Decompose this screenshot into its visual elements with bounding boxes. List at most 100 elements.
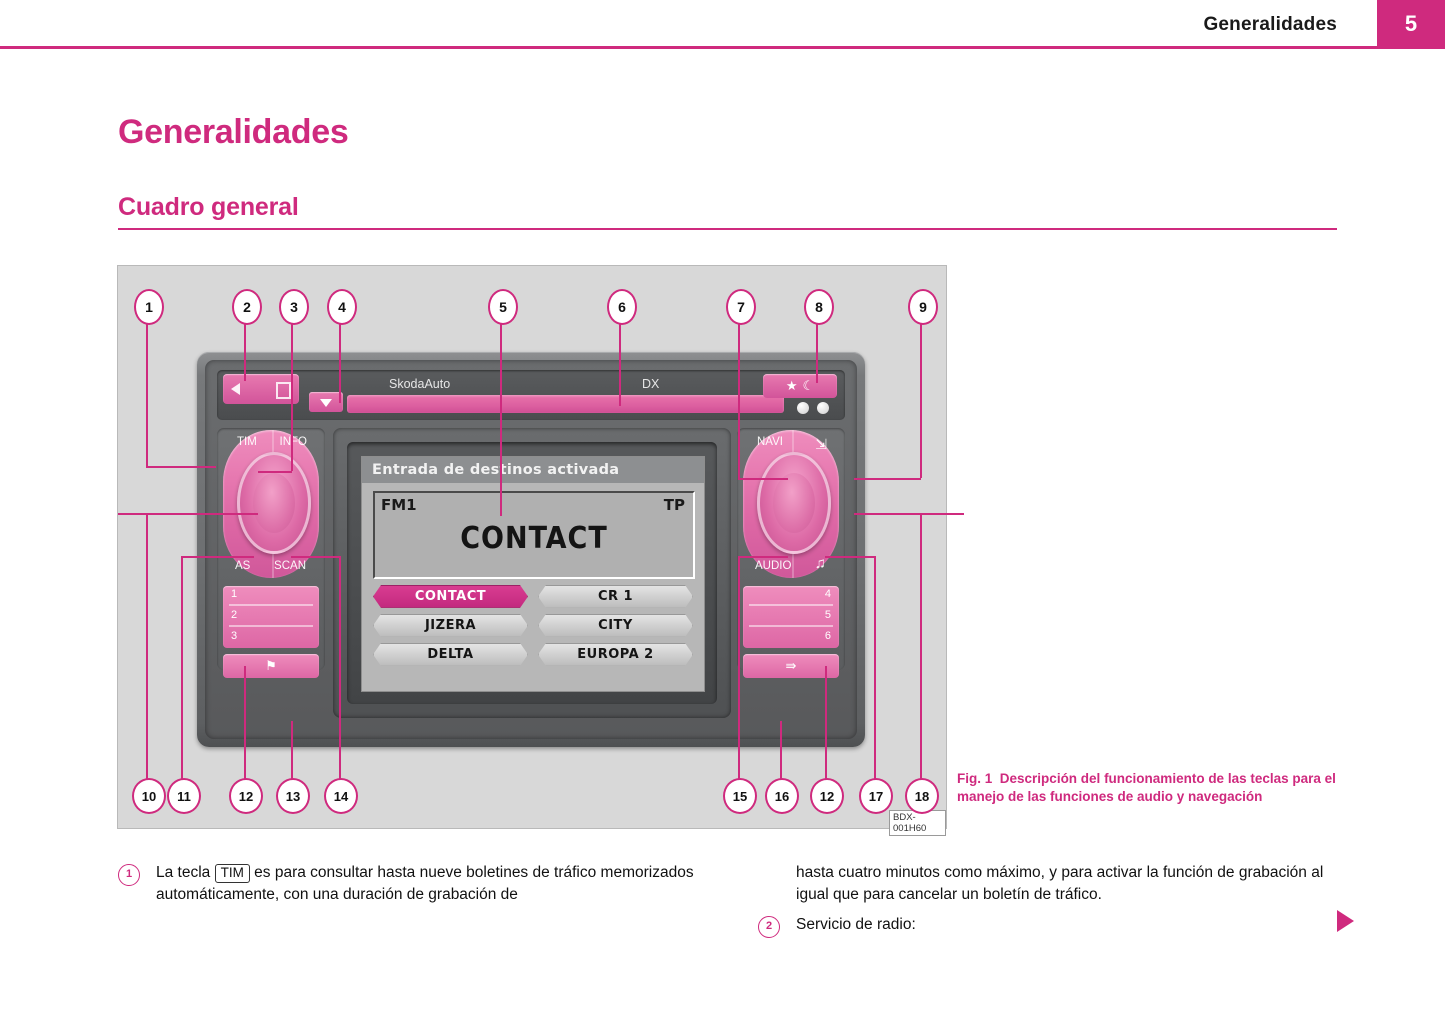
body-column-right: hasta cuatro minutos como máximo, y para…: [758, 862, 1338, 943]
moon-icon: ☾: [802, 378, 815, 393]
callout-12b: 12: [810, 778, 844, 814]
eject-button[interactable]: [223, 374, 299, 404]
preset-5-label: 5: [824, 609, 831, 621]
leader-3-v: [291, 321, 293, 471]
lcd-station-cell[interactable]: EUROPA 2: [538, 643, 693, 666]
lcd-main-area: FM1 TP CONTACT: [373, 491, 695, 579]
leader-11-h: [181, 556, 254, 558]
leader-16b-v: [825, 666, 827, 781]
leader-14-h: [291, 556, 339, 558]
callout-16: 16: [765, 778, 799, 814]
led-left-icon: [797, 402, 809, 414]
paragraph-number-badge: 2: [758, 915, 780, 938]
right-control-pod: NAVI ⇲ AUDIO ♫ 4 5 6 ⇛: [737, 428, 845, 678]
tim-button-label[interactable]: TIM: [237, 436, 257, 448]
scan-button-label[interactable]: SCAN: [274, 560, 306, 572]
as-button-label[interactable]: AS: [235, 560, 250, 572]
cassette-eject-icon: ⇛: [785, 658, 797, 673]
radio-navigation-unit: SkodaAuto DX ★ ☾ TIM INFO AS SCAN 1 2 3 …: [197, 352, 865, 747]
paragraph-text-before: La tecla: [156, 864, 211, 881]
lcd-station-cell[interactable]: CONTACT: [373, 585, 528, 608]
page-number-block: 5: [1377, 0, 1445, 46]
leader-14-v: [339, 556, 341, 781]
leader-15-h: [738, 556, 788, 558]
leader-18b-v: [920, 513, 922, 781]
lcd-station-row: JIZERA CITY: [373, 614, 693, 637]
callout-3: 3: [279, 289, 309, 325]
lcd-station-name: CONTACT: [460, 521, 608, 556]
triangle-down-icon: [320, 399, 332, 407]
screen-bezel: Entrada de destinos activada FM1 TP CONT…: [333, 428, 731, 718]
figure-caption-text: Descripción del funcionamiento de las te…: [957, 771, 1336, 805]
cd-slot[interactable]: [347, 395, 784, 413]
callout-15: 15: [723, 778, 757, 814]
header-title: Generalidades: [1203, 14, 1337, 35]
preset-button-4[interactable]: 4: [743, 586, 839, 606]
paragraph-text: hasta cuatro minutos como máximo, y para…: [796, 864, 1324, 904]
mode-label: DX: [642, 377, 660, 391]
section-title: Cuadro general: [118, 193, 299, 221]
eject-left-icon: [231, 383, 240, 395]
map-layers-icon[interactable]: ⇲: [815, 436, 827, 453]
left-preset-block: 1 2 3: [223, 586, 319, 648]
right-knob-center[interactable]: [773, 473, 815, 533]
preset-button-1[interactable]: 1: [223, 586, 319, 606]
preset-2-divider: [229, 625, 313, 627]
next-page-arrow-icon[interactable]: [1337, 910, 1354, 932]
leader-3-h: [258, 471, 292, 473]
page-title: Generalidades: [118, 113, 349, 151]
brightness-button[interactable]: ★ ☾: [763, 374, 837, 398]
leader-9-h: [854, 478, 921, 480]
leader-12-v: [244, 666, 246, 781]
preset-4-divider: [749, 604, 833, 606]
body-paragraph-1: 1 La tecla TIM es para consultar hasta n…: [118, 862, 718, 907]
callout-14: 14: [324, 778, 358, 814]
lcd-station-cell[interactable]: CR 1: [538, 585, 693, 608]
page-number: 5: [1404, 11, 1418, 36]
callout-8: 8: [804, 289, 834, 325]
lcd-station-cell[interactable]: JIZERA: [373, 614, 528, 637]
down-button[interactable]: [309, 392, 343, 412]
leader-5-v: [500, 321, 502, 516]
left-bottom-button[interactable]: ⚑: [223, 654, 319, 678]
leader-7-v: [738, 321, 740, 478]
leader-11-v: [181, 556, 183, 781]
right-rotary-knob[interactable]: [757, 452, 831, 554]
paragraph-text: Servicio de radio:: [796, 915, 916, 933]
callout-7: 7: [726, 289, 756, 325]
info-button-label[interactable]: INFO: [280, 436, 307, 448]
lcd-station-list: CONTACT CR 1 JIZERA CITY DELTA EUROPA 2: [373, 585, 693, 672]
left-rotary-knob[interactable]: [237, 452, 311, 554]
lcd-display: Entrada de destinos activada FM1 TP CONT…: [361, 456, 705, 692]
preset-3-label: 3: [231, 630, 238, 642]
navi-button-label[interactable]: NAVI: [757, 436, 783, 448]
preset-button-5[interactable]: 5: [743, 607, 839, 627]
preset-1-label: 1: [231, 588, 238, 600]
audio-button-label[interactable]: AUDIO: [755, 560, 791, 572]
sun-icon: ★: [785, 378, 798, 393]
preset-button-3[interactable]: 3: [223, 628, 319, 648]
left-knob-center[interactable]: [253, 473, 295, 533]
figure-caption: Fig. 1 Descripción del funcionamiento de…: [957, 770, 1337, 806]
callout-6: 6: [607, 289, 637, 325]
preset-button-6[interactable]: 6: [743, 628, 839, 648]
callout-13: 13: [276, 778, 310, 814]
led-right-icon: [817, 402, 829, 414]
body-paragraph-2: 2 Servicio de radio:: [758, 914, 1338, 938]
callout-10: 10: [132, 778, 166, 814]
callout-1: 1: [134, 289, 164, 325]
preset-button-2[interactable]: 2: [223, 607, 319, 627]
callout-9: 9: [908, 289, 938, 325]
left-control-pod: TIM INFO AS SCAN 1 2 3 ⚑: [217, 428, 325, 678]
radio-top-strip: SkodaAuto DX ★ ☾: [217, 370, 845, 420]
lcd-station-cell[interactable]: CITY: [538, 614, 693, 637]
lcd-title-bar: Entrada de destinos activada: [362, 457, 704, 483]
flag-icon: ⚑: [265, 658, 277, 673]
leader-8-v: [816, 321, 818, 383]
callout-5: 5: [488, 289, 518, 325]
lcd-station-cell[interactable]: DELTA: [373, 643, 528, 666]
figure-caption-label: Fig. 1: [957, 771, 993, 786]
leader-7-h: [738, 478, 788, 480]
lcd-tp-label: TP: [663, 496, 685, 514]
leader-15-v: [738, 556, 740, 781]
